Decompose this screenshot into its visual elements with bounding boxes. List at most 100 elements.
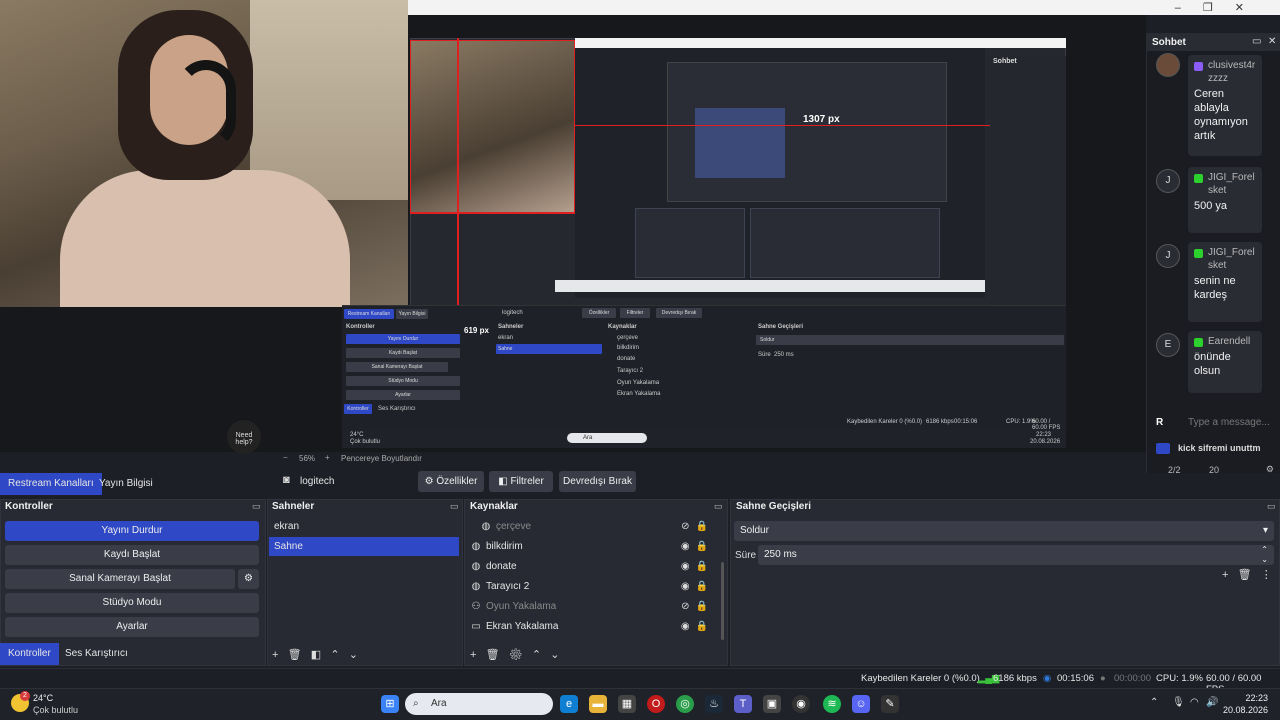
visibility-lock-icons[interactable]: ⊘🔒 (681, 598, 714, 616)
add-icon[interactable]: + (470, 649, 476, 661)
windows-start-icon[interactable]: ⊞ (381, 695, 399, 713)
tab-restream-channels[interactable]: Restream Kanalları (0, 473, 102, 495)
weather-temperature[interactable]: 24°C (33, 693, 53, 703)
volume-icon[interactable]: 🔊 (1206, 697, 1218, 708)
zoom-in-button[interactable]: + (325, 453, 330, 462)
visibility-lock-icons[interactable]: ◉🔒 (681, 558, 714, 576)
arrow-up-icon[interactable]: ⌃ (330, 649, 339, 661)
source-footer-actions: + 🗑 ⚙ ⌃ ⌄ (470, 648, 560, 661)
arrow-down-icon[interactable]: ⌄ (349, 649, 358, 661)
visibility-lock-icons[interactable]: ⊘🔒 (681, 518, 714, 536)
studio-mode-button[interactable]: Stüdyo Modu (5, 593, 259, 613)
folder-icon[interactable]: ▬ (589, 695, 607, 713)
search-icon: ⌕ (413, 698, 419, 709)
close-icon[interactable]: ✕ (1235, 2, 1266, 14)
chrome-icon[interactable]: ◎ (676, 695, 694, 713)
stepper-icon[interactable]: ⌃ ⌄ (1261, 545, 1268, 565)
window-controls[interactable]: –❐✕ (1175, 1, 1266, 14)
clock-date[interactable]: 20.08.2026 (1218, 705, 1268, 715)
undock-icon[interactable]: ▭ (252, 501, 261, 512)
avatar (1156, 53, 1180, 77)
microphone-icon[interactable]: 🎙 (1172, 697, 1185, 708)
wifi-icon[interactable]: ◠ (1190, 697, 1199, 708)
source-item[interactable]: ◍ Tarayıcı 2 ◉🔒 (470, 578, 720, 596)
arrow-up-icon[interactable]: ⌃ (532, 649, 541, 661)
undock-icon[interactable]: ▭ (714, 501, 723, 512)
stop-stream-button[interactable]: Yayını Durdur (5, 521, 259, 541)
trash-icon[interactable]: 🗑 (1238, 569, 1252, 581)
chat-text: 500 ya (1194, 200, 1228, 212)
app-icon[interactable]: ✎ (881, 695, 899, 713)
deactivate-button[interactable]: Devredışı Bırak (559, 471, 636, 492)
add-icon[interactable]: + (272, 649, 278, 661)
teams-icon[interactable]: T (734, 695, 752, 713)
mini-scenes-title: Sahneler (498, 324, 524, 330)
edge-icon[interactable]: e (560, 695, 578, 713)
taskbar-search[interactable]: ⌕ Ara (405, 693, 553, 715)
trash-icon[interactable]: 🗑 (486, 649, 500, 661)
pinned-message: kick sifremi unuttm (1156, 443, 1274, 457)
chat-input[interactable]: R Type a message... (1156, 417, 1274, 433)
transition-select[interactable]: Soldur ▾ (734, 521, 1274, 541)
discord-icon[interactable]: ☺ (852, 695, 870, 713)
filters-button[interactable]: ◧ Filtreler (489, 471, 553, 492)
source-label: donate (486, 561, 517, 572)
chevron-up-icon[interactable]: ⌃ (1150, 697, 1158, 708)
add-icon[interactable]: + (1222, 569, 1228, 581)
visibility-lock-icons[interactable]: ◉🔒 (681, 538, 714, 556)
visibility-lock-icons[interactable]: ◉🔒 (681, 618, 714, 636)
sources-scrollbar[interactable] (721, 562, 724, 640)
maximize-icon[interactable]: ❐ (1203, 2, 1235, 14)
properties-button[interactable]: ⚙ Özellikler (418, 471, 484, 492)
scene-item[interactable]: ekran (269, 517, 459, 536)
minimize-icon[interactable]: – (1175, 2, 1203, 14)
settings-button[interactable]: Ayarlar (5, 617, 259, 637)
weather-condition[interactable]: Çok bulutlu (33, 705, 78, 715)
trash-icon[interactable]: 🗑 (288, 649, 302, 661)
gear-icon[interactable]: ⚙ (509, 649, 523, 661)
undock-icon[interactable]: ▭ (450, 501, 459, 512)
steam-icon[interactable]: ♨ (705, 695, 723, 713)
source-item[interactable]: ▭ Ekran Yakalama ◉🔒 (470, 618, 720, 636)
fit-to-window[interactable]: Pencereye Boyutlandır (341, 454, 422, 463)
duration-input[interactable]: 250 ms ⌃ ⌄ (758, 545, 1274, 565)
mini-tab: Restream Kanalları (344, 309, 394, 319)
mini-tab: Yayın Bilgisi (396, 309, 428, 319)
undock-icon[interactable]: ▭ (1252, 36, 1261, 47)
mini-bitrate: 6186 kbps (926, 419, 954, 425)
source-item[interactable]: ◍ donate ◉🔒 (470, 558, 720, 576)
tab-stream-info[interactable]: Yayın Bilgisi (91, 473, 161, 495)
source-item[interactable]: ⚇ Oyun Yakalama ⊘🔒 (470, 598, 720, 616)
mini-controls-title: Kontroller (346, 324, 375, 330)
close-icon[interactable]: ✕ (1268, 36, 1276, 47)
arrow-down-icon[interactable]: ⌄ (550, 649, 559, 661)
gear-icon: ⚙ (244, 573, 253, 584)
source-item[interactable]: ◍ bilkdirim ◉🔒 (470, 538, 720, 556)
zoom-out-button[interactable]: − (283, 453, 288, 462)
scene-item[interactable]: Sahne (269, 537, 459, 556)
more-icon[interactable]: ⋮ (1261, 569, 1272, 581)
store-icon[interactable]: ▦ (618, 695, 636, 713)
app-icon[interactable]: ▣ (763, 695, 781, 713)
virtual-camera-settings[interactable]: ⚙ (238, 569, 259, 589)
start-virtual-camera-button[interactable]: Sanal Kamerayı Başlat (5, 569, 235, 589)
visibility-lock-icons[interactable]: ◉🔒 (681, 578, 714, 596)
source-item[interactable]: ◍ çerçeve ⊘🔒 (470, 518, 720, 536)
controls-title: Kontroller (5, 501, 53, 512)
filter-icon[interactable]: ◧ (311, 649, 321, 661)
nested-chat: Sohbet (990, 56, 1066, 318)
clock-time[interactable]: 22:23 (1228, 693, 1268, 703)
tab-audio-mixer[interactable]: Ses Karıştırıcı (57, 643, 136, 665)
guide-line (410, 212, 575, 214)
start-recording-button[interactable]: Kaydı Başlat (5, 545, 259, 565)
tab-controls[interactable]: Kontroller (0, 643, 59, 665)
need-help-label[interactable]: Need help? (229, 432, 259, 446)
mini-control-btn: Stüdyo Modu (346, 376, 460, 386)
obs-icon[interactable]: ◉ (792, 695, 810, 713)
stream-icon: ◉ (1043, 673, 1052, 684)
spotify-icon[interactable]: ≋ (823, 695, 841, 713)
opera-icon[interactable]: O (647, 695, 665, 713)
undock-icon[interactable]: ▭ (1267, 501, 1276, 512)
nested-webcam (410, 40, 575, 213)
chat-username: Earendell (1194, 335, 1256, 348)
